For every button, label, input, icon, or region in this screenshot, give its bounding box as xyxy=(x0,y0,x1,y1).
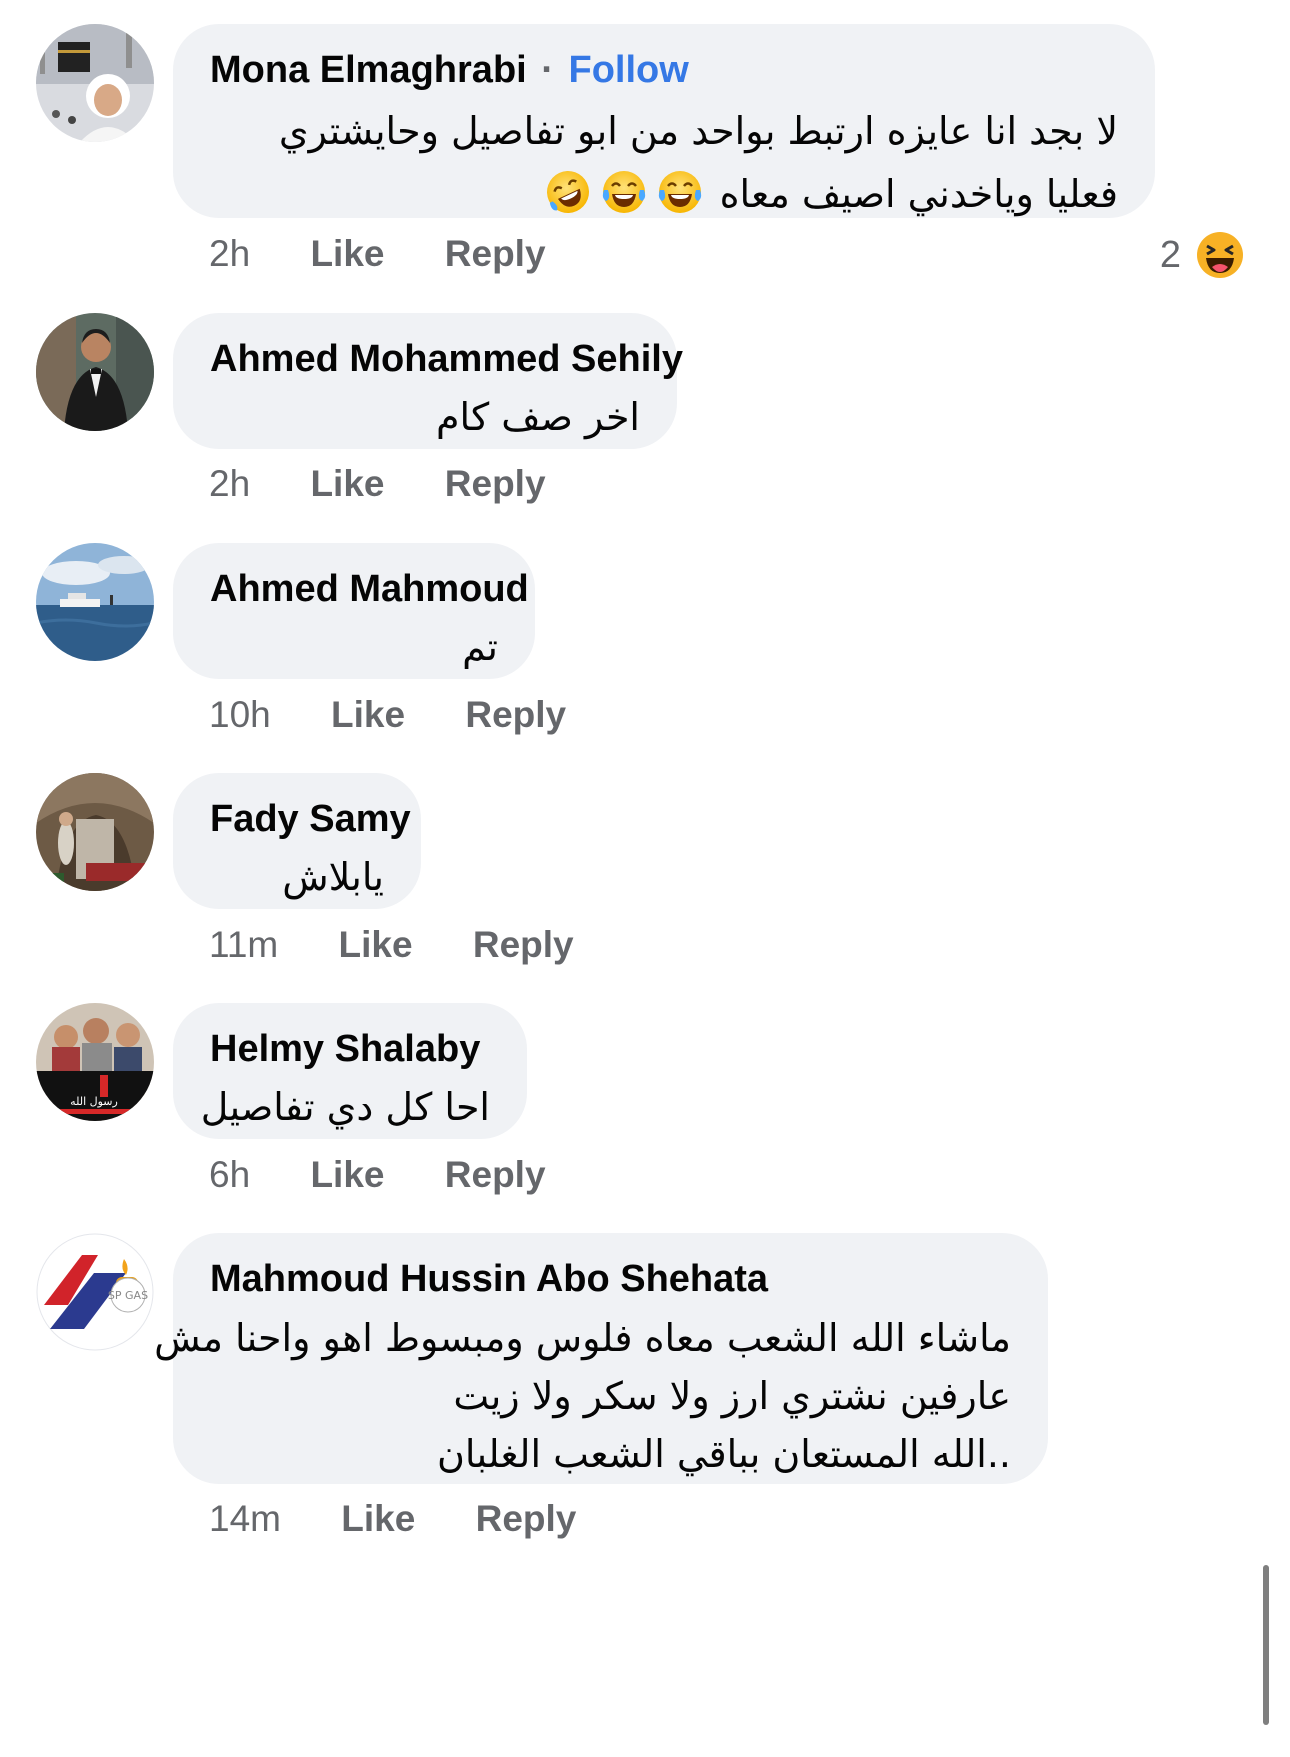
tears-of-joy-icon xyxy=(600,168,648,216)
comment-text: ماشاء الله الشعب معاه فلوس ومبسوط اهو وا… xyxy=(154,1309,1011,1483)
timestamp[interactable]: 6h xyxy=(209,1153,250,1197)
reaction-count: 2 xyxy=(1159,234,1181,276)
rolling-on-floor-laughing-icon xyxy=(544,168,592,216)
comment-bubble: Mahmoud Hussin Abo Shehata ماشاء الله ال… xyxy=(154,1233,1048,1484)
comment-text: احا كل دي تفاصيل xyxy=(200,1079,490,1135)
comment-actions: 2h Like Reply xyxy=(209,232,546,276)
comment-text-line: فعليا وياخدني اصيف معاه xyxy=(719,172,1118,216)
timestamp[interactable]: 2h xyxy=(209,462,250,506)
timestamp[interactable]: 14m xyxy=(209,1497,281,1541)
comment-text: يابلاش xyxy=(210,849,384,905)
comment-text: لا بجد انا عايزه ارتبط بواحد من ابو تفاص… xyxy=(210,100,1118,226)
comment-text-line: لا بجد انا عايزه ارتبط بواحد من ابو تفاص… xyxy=(278,109,1118,153)
comment-bubble: Helmy Shalaby احا كل دي تفاصيل xyxy=(173,1003,527,1139)
timestamp[interactable]: 2h xyxy=(209,232,250,276)
like-button[interactable]: Like xyxy=(310,1153,384,1197)
comment-bubble: Fady Samy يابلاش xyxy=(173,773,421,909)
comment-bubble: Mona Elmaghrabi · Follow لا بجد انا عايز… xyxy=(173,24,1155,218)
comment-text: اخر صف كام xyxy=(210,389,640,445)
author-name[interactable]: Ahmed Mohammed Sehily xyxy=(210,338,683,380)
comment-text: تم xyxy=(210,619,498,675)
avatar-caption: رسول الله xyxy=(70,1095,118,1108)
reply-button[interactable]: Reply xyxy=(465,693,566,737)
avatar[interactable]: رسول الله xyxy=(36,1003,154,1121)
author-name[interactable]: Fady Samy xyxy=(210,798,411,840)
comment-text-line: تم xyxy=(462,625,498,669)
comment-bubble: Ahmed Mahmoud تم xyxy=(173,543,535,679)
like-button[interactable]: Like xyxy=(310,232,384,276)
comment-actions: 11m Like Reply xyxy=(209,923,574,967)
avatar[interactable]: SP GAS xyxy=(36,1233,154,1351)
reply-button[interactable]: Reply xyxy=(473,923,574,967)
comment-text-line: احا كل دي تفاصيل xyxy=(200,1085,490,1129)
reply-button[interactable]: Reply xyxy=(445,462,546,506)
comment-text-line: يابلاش xyxy=(282,855,384,899)
avatar[interactable] xyxy=(36,24,154,142)
author-line: Fady Samy xyxy=(210,795,411,843)
tears-of-joy-icon xyxy=(656,168,704,216)
author-name[interactable]: Ahmed Mahmoud xyxy=(210,568,529,610)
like-button[interactable]: Like xyxy=(310,462,384,506)
comment-bubble: Ahmed Mohammed Sehily اخر صف كام xyxy=(173,313,683,449)
avatar[interactable] xyxy=(36,313,154,431)
comment-actions: 6h Like Reply xyxy=(209,1153,546,1197)
timestamp[interactable]: 10h xyxy=(209,693,271,737)
comment-actions: 14m Like Reply xyxy=(209,1497,576,1541)
reply-button[interactable]: Reply xyxy=(445,1153,546,1197)
author-line: Ahmed Mohammed Sehily xyxy=(210,335,683,383)
comment-text-line: ..الله المستعان بباقي الشعب الغلبان xyxy=(437,1432,1011,1476)
comment-actions: 10h Like Reply xyxy=(209,693,566,737)
author-line: Ahmed Mahmoud xyxy=(210,565,529,613)
timestamp[interactable]: 11m xyxy=(209,923,278,967)
scrollbar[interactable] xyxy=(1263,1565,1269,1725)
avatar[interactable] xyxy=(36,543,154,661)
like-button[interactable]: Like xyxy=(341,1497,415,1541)
reply-button[interactable]: Reply xyxy=(445,232,546,276)
comment-text-line: اخر صف كام xyxy=(436,395,640,439)
avatar-caption: SP GAS xyxy=(108,1289,148,1302)
reply-button[interactable]: Reply xyxy=(476,1497,577,1541)
comment-actions: 2h Like Reply xyxy=(209,462,546,506)
haha-reaction-icon xyxy=(1197,232,1243,278)
author-line: Mona Elmaghrabi · Follow xyxy=(210,46,1118,94)
separator-dot: · xyxy=(541,49,554,91)
like-button[interactable]: Like xyxy=(331,693,405,737)
author-name[interactable]: Mahmoud Hussin Abo Shehata xyxy=(210,1258,768,1300)
comment-text-line: عارفين نشتري ارز ولا سكر ولا زيت xyxy=(453,1374,1011,1418)
author-name[interactable]: Helmy Shalaby xyxy=(210,1028,480,1070)
author-line: Helmy Shalaby xyxy=(210,1025,490,1073)
author-line: Mahmoud Hussin Abo Shehata xyxy=(210,1255,1011,1303)
comment-text-line-with-emoji: فعليا وياخدني اصيف معاه xyxy=(210,163,1118,226)
like-button[interactable]: Like xyxy=(339,923,413,967)
comment-text-line: ماشاء الله الشعب معاه فلوس ومبسوط اهو وا… xyxy=(154,1316,1011,1360)
avatar[interactable] xyxy=(36,773,154,891)
follow-button[interactable]: Follow xyxy=(569,49,689,91)
author-name[interactable]: Mona Elmaghrabi xyxy=(210,49,527,91)
reaction-summary[interactable]: 2 xyxy=(1160,230,1245,280)
